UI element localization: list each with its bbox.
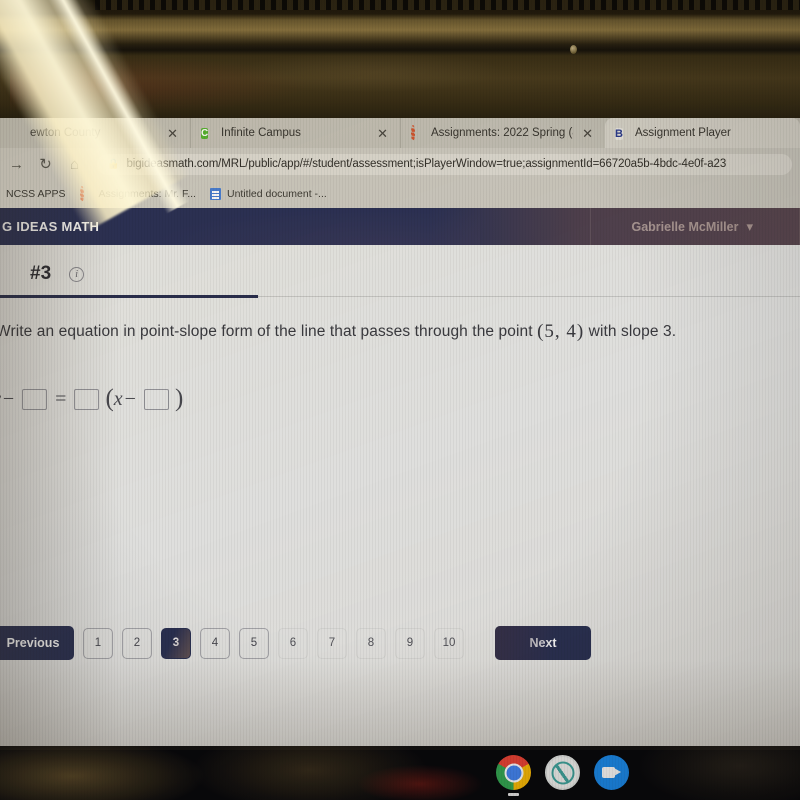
pagination-bar: Previous 1 2 3 4 5 6 7 8 9 10 Next	[0, 626, 800, 660]
os-taskbar	[0, 746, 800, 800]
close-icon[interactable]: ✕	[165, 127, 180, 140]
info-icon[interactable]: i	[69, 266, 85, 282]
page-button-6[interactable]: 6	[278, 627, 308, 659]
open-paren: (	[105, 385, 114, 412]
active-app-indicator	[508, 793, 519, 796]
browser-tab-infinite-campus[interactable]: C Infinite Campus ✕	[190, 118, 400, 148]
infinite-campus-icon: C	[201, 127, 209, 139]
equals-sign: =	[55, 387, 67, 410]
answer-input-box-2[interactable]	[74, 388, 100, 410]
minus-sign: −	[124, 387, 136, 410]
app-circle-icon[interactable]	[545, 755, 580, 790]
big-ideas-math-icon: B	[615, 127, 623, 140]
tab-title: Assignments: 2022 Spring (8th)	[431, 127, 573, 139]
page-button-10[interactable]: 10	[434, 627, 464, 659]
bookmark-untitled-document[interactable]: Untitled document -...	[209, 188, 327, 200]
bookmark-label: NCSS APPS	[6, 188, 66, 200]
assignments-loading-icon	[411, 124, 424, 141]
lock-icon: 🔒	[107, 158, 120, 170]
page-button-4[interactable]: 4	[200, 627, 230, 659]
minus-sign: −	[2, 387, 15, 410]
page-button-3[interactable]: 3	[161, 627, 191, 659]
video-camera-icon[interactable]	[594, 755, 629, 790]
page-button-9[interactable]: 9	[395, 627, 425, 659]
page-button-2[interactable]: 2	[122, 627, 152, 659]
question-header: #3 i	[0, 245, 800, 295]
home-icon[interactable]: ⌂	[66, 157, 83, 172]
chrome-icon[interactable]	[496, 755, 531, 796]
progress-rule	[0, 295, 800, 299]
browser-chrome: ewton County ✕ C Infinite Campus ✕ Assig…	[0, 118, 800, 208]
address-bar[interactable]: 🔒 bigideasmath.com/MRL/public/app/#/stud…	[97, 153, 792, 175]
screen-photograph: ewton County ✕ C Infinite Campus ✕ Assig…	[0, 0, 800, 800]
chevron-down-icon[interactable]: ▾	[746, 219, 799, 235]
page-button-1[interactable]: 1	[83, 627, 113, 659]
forward-arrow-icon[interactable]: →	[8, 157, 25, 172]
photo-shadow-overlay	[162, 628, 190, 658]
browser-tab-newton-county[interactable]: ewton County ✕	[0, 118, 190, 148]
question-number: #3	[30, 263, 52, 284]
screen-reflection-secondary	[240, 52, 500, 92]
bookmarks-bar: NCSS APPS Assignments: Mr. F... Untitled…	[0, 180, 800, 208]
question-text-before: Write an equation in point-slope form of…	[0, 323, 533, 340]
page-button-8[interactable]: 8	[356, 627, 386, 659]
url-text: bigideasmath.com/MRL/public/app/#/studen…	[126, 158, 727, 170]
progress-rule-empty	[258, 296, 800, 297]
next-button-label: Next	[529, 636, 557, 650]
generic-page-icon	[10, 127, 23, 140]
close-icon[interactable]: ✕	[580, 127, 595, 140]
speaker-grille	[95, 0, 800, 10]
big-ideas-math-logo: G IDEAS MATH	[2, 219, 100, 234]
photo-glare-overlay	[640, 746, 800, 800]
app-header: G IDEAS MATH Gabrielle McMiller ▾	[0, 208, 800, 245]
question-text-after: with slope 3.	[588, 323, 677, 340]
tab-title: Infinite Campus	[221, 127, 301, 139]
progress-rule-filled	[0, 295, 258, 298]
answer-input-box-3[interactable]	[143, 388, 169, 410]
tab-title: Assignment Player	[635, 127, 731, 139]
close-paren: )	[174, 385, 184, 412]
browser-tab-assignment-player[interactable]: B Assignment Player	[605, 118, 800, 148]
photo-glare-overlay	[0, 746, 210, 800]
page-button-5[interactable]: 5	[239, 627, 269, 659]
question-text: Write an equation in point-slope form of…	[0, 299, 800, 343]
assignments-loading-icon	[79, 185, 93, 202]
question-point: (5, 4)	[537, 321, 585, 342]
browser-toolbar: → ↻ ⌂ 🔒 bigideasmath.com/MRL/public/app/…	[0, 148, 800, 180]
browser-tab-assignments[interactable]: Assignments: 2022 Spring (8th) ✕	[400, 118, 605, 148]
bookmark-label: Untitled document -...	[226, 188, 327, 200]
assignment-player-app: G IDEAS MATH Gabrielle McMiller ▾ #3 i W…	[0, 208, 800, 746]
previous-button[interactable]: Previous	[0, 626, 74, 660]
next-button[interactable]: Next	[495, 626, 591, 660]
webcam-icon	[570, 45, 577, 54]
close-icon[interactable]: ✕	[375, 127, 390, 140]
google-docs-icon	[209, 188, 221, 200]
bookmark-ncss-apps[interactable]: NCSS APPS	[6, 188, 66, 200]
answer-equation: y − = ( x − )	[0, 343, 800, 413]
answer-input-box-1[interactable]	[22, 388, 48, 410]
photo-shadow-overlay	[150, 208, 480, 245]
photo-glare-overlay	[355, 764, 485, 800]
taskbar-icons	[496, 755, 629, 796]
reload-icon[interactable]: ↻	[37, 157, 54, 172]
page-button-7[interactable]: 7	[317, 627, 347, 659]
answer-rhs-variable: x	[113, 387, 123, 410]
